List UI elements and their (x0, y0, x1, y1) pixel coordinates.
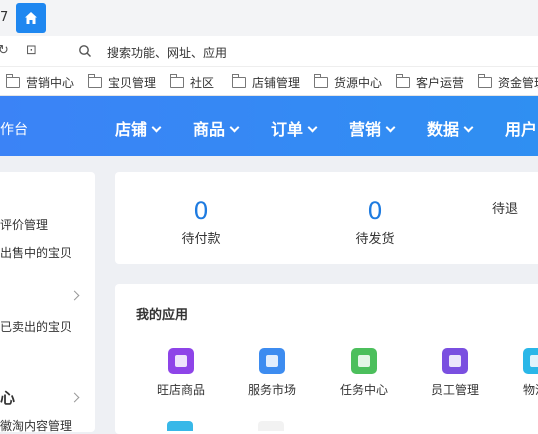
bookmark-marketing[interactable]: 营销中心 (6, 74, 74, 91)
bookmark-community[interactable]: 社区 (170, 74, 214, 91)
home-icon (25, 12, 37, 24)
nav-users[interactable]: 用户 (505, 116, 537, 140)
sidebar-item-sold[interactable]: 已卖出的宝贝 (0, 318, 72, 335)
stat-label: 待付款 (181, 232, 221, 247)
workbench-title: 作台 (0, 122, 28, 138)
home-tab[interactable] (16, 3, 46, 33)
nav-products[interactable]: 商品 (193, 116, 240, 140)
folder-icon (478, 74, 492, 88)
chevron-right-icon[interactable] (69, 392, 80, 403)
main-nav: 作台 店铺 商品 订单 营销 数据 用户 (0, 96, 538, 156)
tab-number: 7 (0, 10, 9, 25)
chevron-down-icon (463, 122, 474, 133)
apps-title: 我的应用 (136, 308, 189, 323)
search-input[interactable]: 搜索功能、网址、应用 (107, 44, 227, 61)
folder-icon (6, 74, 20, 88)
bookmark-shop[interactable]: 店铺管理 (232, 74, 300, 91)
nav-data[interactable]: 数据 (427, 116, 474, 140)
app-logistics[interactable]: 物流 (507, 348, 538, 398)
refresh-icon[interactable]: ↻ (0, 43, 9, 58)
browser-tab-bar: 7 (0, 0, 538, 36)
sidebar-item-content[interactable]: 徽淘内容管理 (0, 417, 72, 434)
app-icon-partial[interactable] (167, 421, 193, 431)
order-stats-card: 0 待付款 0 待发货 待退 (115, 172, 538, 264)
stat-label: 待退 (492, 202, 519, 217)
app-wangdian-goods[interactable]: 旺店商品 (141, 348, 221, 398)
sidebar-section-title: 心 (0, 389, 16, 407)
nav-orders[interactable]: 订单 (271, 116, 318, 140)
app-task-center[interactable]: 任务中心 (324, 348, 404, 398)
chevron-down-icon (385, 122, 396, 133)
app-service-market[interactable]: 服务市场 (232, 348, 312, 398)
search-icon (79, 45, 91, 57)
bag-icon (259, 348, 285, 374)
store-icon (168, 348, 194, 374)
bookmark-items[interactable]: 宝贝管理 (88, 74, 156, 91)
chevron-down-icon (151, 122, 162, 133)
sidebar-item-on-sale[interactable]: 出售中的宝贝 (0, 244, 72, 261)
bookmarks-bar: 营销中心 宝贝管理 社区 店铺管理 货源中心 客户运营 资金管理 (0, 67, 538, 96)
app-staff-management[interactable]: 员工管理 (415, 348, 495, 398)
chevron-right-icon[interactable] (69, 290, 80, 301)
stat-value: 0 (193, 197, 209, 225)
stat-pending-payment[interactable]: 0 待付款 (156, 196, 246, 247)
address-bar: ↻ ⊡ 搜索功能、网址、应用 (0, 36, 538, 67)
sidebar-item-reviews[interactable]: 评价管理 (0, 216, 48, 233)
nav-marketing[interactable]: 营销 (349, 116, 396, 140)
my-apps-card: 我的应用 旺店商品 服务市场 任务中心 员工管理 物流 (115, 284, 538, 434)
chevron-down-icon (307, 122, 318, 133)
stat-label: 待发货 (355, 232, 395, 247)
stat-value: 0 (367, 197, 383, 225)
folder-icon (232, 74, 246, 88)
tools-icon[interactable]: ⊡ (26, 43, 37, 58)
truck-icon (523, 348, 538, 374)
stat-pending-refund[interactable]: 待退 (492, 196, 538, 217)
bookmark-customers[interactable]: 客户运营 (396, 74, 464, 91)
folder-icon (170, 74, 184, 88)
sidebar-panel: 评价管理 出售中的宝贝 已卖出的宝贝 心 徽淘内容管理 (0, 172, 95, 434)
calendar-icon (351, 348, 377, 374)
folder-icon (88, 74, 102, 88)
nav-shop[interactable]: 店铺 (115, 116, 162, 140)
folder-icon (396, 74, 410, 88)
people-icon (442, 348, 468, 374)
bookmark-sourcing[interactable]: 货源中心 (314, 74, 382, 91)
folder-icon (314, 74, 328, 88)
stat-pending-shipment[interactable]: 0 待发货 (330, 196, 420, 247)
bookmark-funds[interactable]: 资金管理 (478, 74, 538, 91)
app-icon-partial[interactable] (258, 421, 284, 431)
chevron-down-icon (229, 122, 240, 133)
